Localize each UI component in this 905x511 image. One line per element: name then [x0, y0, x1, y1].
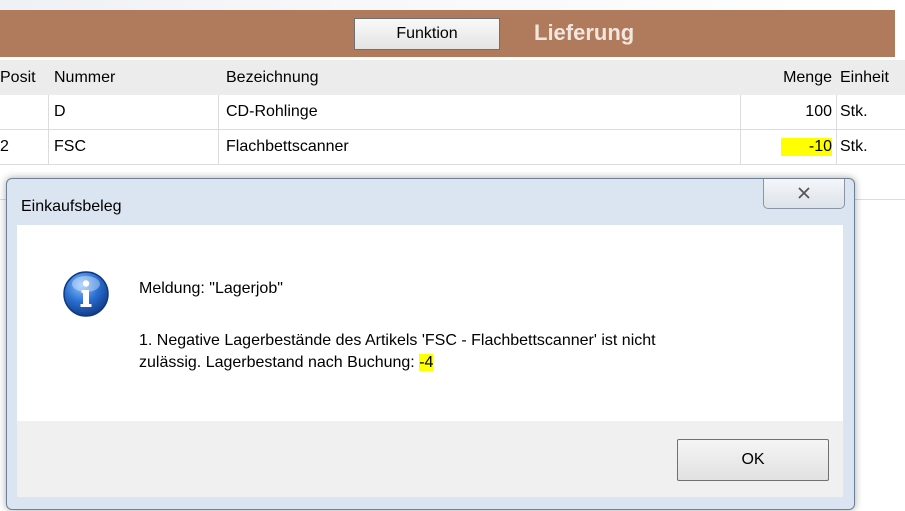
- column-divider: [48, 95, 49, 129]
- cell-nummer[interactable]: FSC: [54, 130, 214, 164]
- cell-posit[interactable]: 2: [0, 130, 46, 164]
- cell-posit[interactable]: [0, 95, 46, 129]
- dialog-footer: OK: [17, 421, 843, 497]
- column-divider: [218, 95, 219, 129]
- column-divider: [740, 130, 741, 164]
- window-top-edge: [0, 0, 905, 10]
- dialog-title: Einkaufsbeleg: [21, 198, 122, 215]
- cell-menge[interactable]: 100: [744, 95, 832, 129]
- message-dialog: Einkaufsbeleg Meldung: "Lagerjob" 1. Neg…: [6, 178, 855, 510]
- toolbar-title: Lieferung: [534, 20, 635, 45]
- message-body: 1. Negative Lagerbestände des Artikels '…: [139, 330, 819, 374]
- cell-einheit[interactable]: Stk.: [840, 95, 905, 129]
- close-icon: [797, 183, 811, 204]
- column-divider: [836, 130, 837, 164]
- column-divider: [48, 130, 49, 164]
- cell-nummer[interactable]: D: [54, 95, 214, 129]
- column-header-bezeichnung[interactable]: Bezeichnung: [226, 60, 736, 95]
- message-line-2: zulässig. Lagerbestand nach Buchung:: [139, 354, 420, 371]
- table-row[interactable]: D CD-Rohlinge 100 Stk.: [0, 95, 905, 130]
- message-title: Meldung: "Lagerjob": [139, 280, 283, 297]
- close-button[interactable]: [763, 179, 845, 209]
- cell-menge[interactable]: -10: [744, 130, 832, 164]
- column-header-menge[interactable]: Menge: [744, 60, 832, 95]
- highlighted-quantity: -10: [780, 138, 832, 156]
- toolbar: Funktion Lieferung: [0, 10, 895, 57]
- cell-einheit[interactable]: Stk.: [840, 130, 905, 164]
- dialog-content: Meldung: "Lagerjob" 1. Negative Lagerbes…: [17, 225, 843, 421]
- column-header-nummer[interactable]: Nummer: [54, 60, 214, 95]
- column-divider: [836, 95, 837, 129]
- grid-header: Posit Nummer Bezeichnung Menge Einheit: [0, 60, 905, 95]
- info-icon: [62, 270, 110, 318]
- function-button[interactable]: Funktion: [354, 18, 500, 50]
- ok-button[interactable]: OK: [677, 439, 829, 481]
- table-row[interactable]: 2 FSC Flachbettscanner -10 Stk.: [0, 130, 905, 165]
- highlighted-stock-value: -4: [419, 354, 434, 371]
- column-divider: [740, 95, 741, 129]
- cell-bezeichnung[interactable]: Flachbettscanner: [226, 130, 736, 164]
- column-header-einheit[interactable]: Einheit: [840, 60, 905, 95]
- column-divider: [218, 130, 219, 164]
- message-line-1: 1. Negative Lagerbestände des Artikels '…: [139, 332, 656, 349]
- cell-bezeichnung[interactable]: CD-Rohlinge: [226, 95, 736, 129]
- column-header-posit[interactable]: Posit: [0, 60, 46, 95]
